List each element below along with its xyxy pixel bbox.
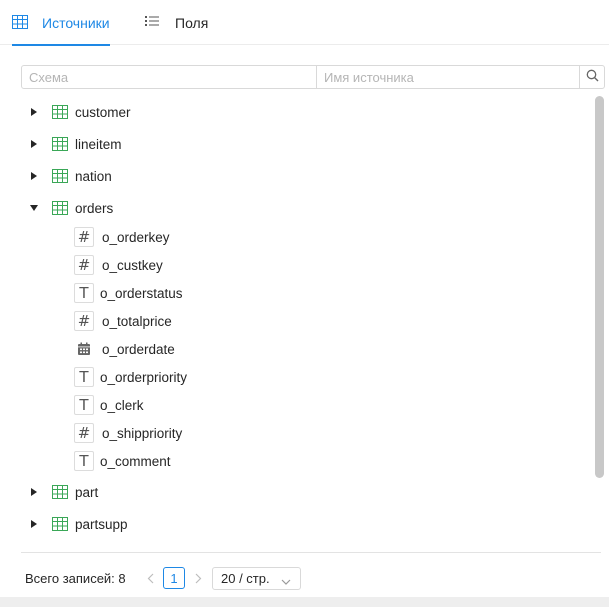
tree-node-label: partsupp <box>75 516 128 532</box>
tree-node-orders[interactable]: orders <box>0 194 595 222</box>
search-button[interactable] <box>579 66 604 88</box>
search-icon <box>586 69 599 85</box>
field-label: o_shippriority <box>102 426 183 441</box>
field-label: o_custkey <box>102 258 163 273</box>
table-icon <box>52 169 68 183</box>
number-type-icon: # <box>74 311 94 331</box>
number-type-icon: # <box>74 423 94 443</box>
schema-input[interactable] <box>22 66 317 88</box>
chevron-down-icon <box>281 574 291 589</box>
tab-fields[interactable]: Поля <box>145 0 208 45</box>
field-item[interactable]: o_orderdate <box>0 336 595 364</box>
field-label: o_totalprice <box>102 314 172 329</box>
tree-node-label: part <box>75 484 99 500</box>
pagination: Всего записей: 8 1 20 / стр. <box>0 564 609 592</box>
tree-node-partsupp[interactable]: partsupp <box>0 510 595 538</box>
bottom-strip <box>0 597 609 607</box>
text-type-icon: T <box>74 451 94 471</box>
page-1-button[interactable]: 1 <box>163 567 185 589</box>
list-icon <box>145 15 161 31</box>
tree-node-label: customer <box>75 104 131 120</box>
field-item[interactable]: T o_comment <box>0 448 595 476</box>
prev-page-button[interactable] <box>141 568 159 588</box>
search-bar <box>21 65 605 89</box>
tree-node-lineitem[interactable]: lineitem <box>0 130 595 158</box>
field-item[interactable]: # o_totalprice <box>0 308 595 336</box>
field-item[interactable]: # o_orderkey <box>0 224 595 252</box>
footer-divider <box>21 552 601 553</box>
tree-node-label: lineitem <box>75 136 122 152</box>
table-icon <box>52 517 68 531</box>
field-label: o_orderdate <box>102 342 175 357</box>
field-item[interactable]: T o_clerk <box>0 392 595 420</box>
field-label: o_clerk <box>100 398 144 413</box>
page-size-select[interactable]: 20 / стр. <box>212 567 301 590</box>
caret-right-icon[interactable] <box>29 171 39 181</box>
field-item[interactable]: T o_orderpriority <box>0 364 595 392</box>
caret-down-icon[interactable] <box>29 203 39 213</box>
text-type-icon: T <box>74 395 94 415</box>
table-icon <box>52 485 68 499</box>
field-label: o_orderkey <box>102 230 170 245</box>
table-icon <box>52 105 68 119</box>
tree-node-label: nation <box>75 168 112 184</box>
page-size-value: 20 / стр. <box>221 571 270 586</box>
field-item[interactable]: # o_custkey <box>0 252 595 280</box>
number-type-icon: # <box>74 255 94 275</box>
caret-right-icon[interactable] <box>29 107 39 117</box>
tree-scrollbar[interactable] <box>595 96 604 478</box>
text-type-icon: T <box>74 367 94 387</box>
field-item[interactable]: # o_shippriority <box>0 420 595 448</box>
chevron-right-icon <box>195 573 201 583</box>
tree-node-customer[interactable]: customer <box>0 98 595 126</box>
field-label: o_comment <box>100 454 171 469</box>
tab-sources-label: Источники <box>42 14 110 31</box>
total-records: Всего записей: 8 <box>25 571 126 586</box>
calendar-icon <box>74 339 94 359</box>
chevron-left-icon <box>147 573 153 583</box>
number-type-icon: # <box>74 227 94 247</box>
field-label: o_orderstatus <box>100 286 183 301</box>
table-icon <box>52 137 68 151</box>
tree-node-nation[interactable]: nation <box>0 162 595 190</box>
caret-right-icon[interactable] <box>29 519 39 529</box>
caret-right-icon[interactable] <box>29 139 39 149</box>
tab-bar: Источники Поля <box>0 0 609 46</box>
text-type-icon: T <box>74 283 94 303</box>
source-tree: customer lineitem nation orders # o_orde… <box>0 96 595 541</box>
source-name-input[interactable] <box>317 66 579 88</box>
tab-sources[interactable]: Источники <box>12 0 110 46</box>
tree-node-part[interactable]: part <box>0 478 595 506</box>
table-icon <box>12 14 28 31</box>
table-icon <box>52 201 68 215</box>
next-page-button[interactable] <box>189 568 207 588</box>
field-item[interactable]: T o_orderstatus <box>0 280 595 308</box>
tree-node-label: orders <box>75 200 114 216</box>
field-label: o_orderpriority <box>100 370 188 385</box>
tab-fields-label: Поля <box>175 14 209 31</box>
caret-right-icon[interactable] <box>29 487 39 497</box>
